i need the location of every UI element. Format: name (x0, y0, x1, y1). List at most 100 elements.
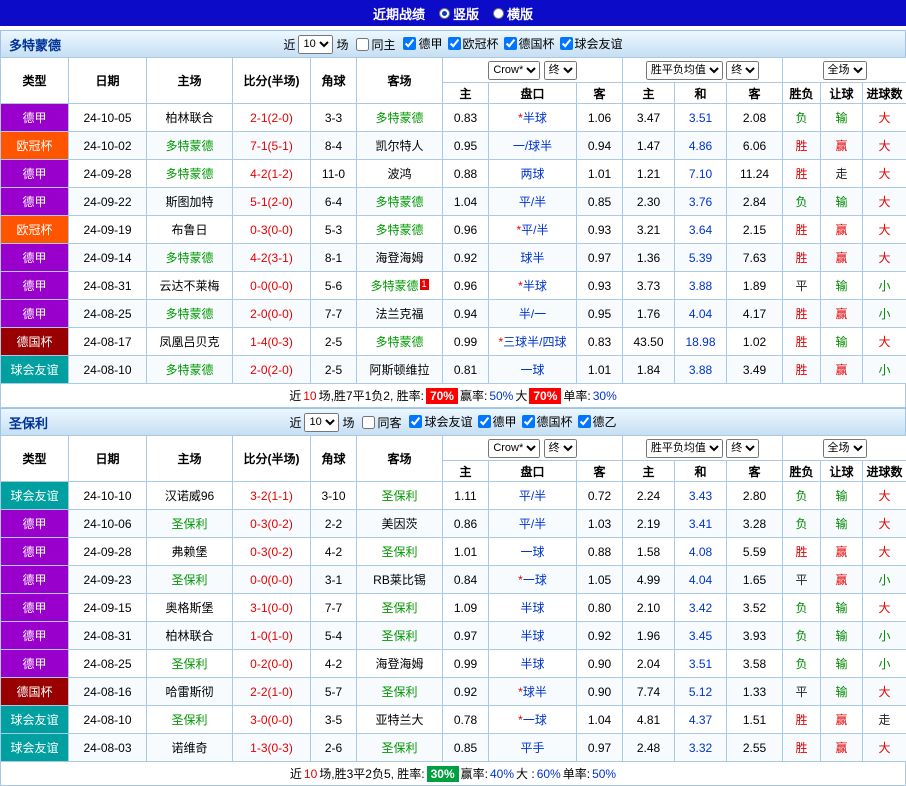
away-odds-cell: 0.97 (577, 244, 623, 272)
away-team-cell: 阿斯顿维拉 (357, 356, 443, 384)
date-cell: 24-09-23 (69, 566, 147, 594)
avg-type-select[interactable]: 胜平负均值 (646, 61, 723, 80)
league-filter[interactable]: 德国杯 (504, 35, 555, 52)
score-cell: 2-0(0-0) (233, 300, 311, 328)
handicap-result-cell: 输 (821, 622, 863, 650)
scope-select[interactable]: 全场 (823, 61, 867, 80)
same-venue-checkbox[interactable] (356, 38, 369, 51)
match-type-cell: 德甲 (1, 510, 69, 538)
same-venue-filter[interactable]: 同客 (362, 414, 401, 431)
result-cell: 负 (783, 622, 821, 650)
away-team-cell: 圣保利 (357, 594, 443, 622)
league-checkbox[interactable] (478, 415, 491, 428)
avg-draw-cell: 4.86 (675, 132, 727, 160)
matches-table: 类型 日期 主场 比分(半场) 角球 客场 Crow* 终 胜平负均值 终 (0, 57, 906, 384)
score-cell: 2-1(2-0) (233, 104, 311, 132)
avg-win-cell: 4.99 (623, 566, 675, 594)
date-cell: 24-08-10 (69, 706, 147, 734)
corners-cell: 4-2 (311, 650, 357, 678)
home-odds-cell: 1.11 (443, 482, 489, 510)
col-avg-lose: 客 (727, 83, 783, 104)
league-checkbox[interactable] (504, 37, 517, 50)
league-filter[interactable]: 德甲 (403, 35, 442, 52)
away-team-cell: 法兰克福 (357, 300, 443, 328)
team-section: 多特蒙德 近 10 场 同主 德甲欧冠杯德国杯球会友谊 类 (0, 30, 906, 408)
away-team-cell: 圣保利 (357, 622, 443, 650)
league-checkbox[interactable] (560, 37, 573, 50)
odds-company-select[interactable]: Crow* (488, 439, 540, 458)
league-filter[interactable]: 欧冠杯 (448, 35, 499, 52)
handicap-cell: 半球 (489, 650, 577, 678)
home-team-cell: 多特蒙德 (147, 244, 233, 272)
league-checkbox[interactable] (578, 415, 591, 428)
avg-lose-cell: 1.89 (727, 272, 783, 300)
league-checkbox[interactable] (448, 37, 461, 50)
match-row: 球会友谊24-10-10汉诺威963-2(1-1)3-10圣保利1.11平/半0… (1, 482, 906, 510)
handicap-cell: 平/半 (489, 188, 577, 216)
match-count-select[interactable]: 10 (304, 413, 339, 432)
home-odds-cell: 0.85 (443, 734, 489, 762)
col-result: 胜负 (783, 83, 821, 104)
filter-bar: 近 10 场 同客 球会友谊德甲德国杯德乙 (289, 413, 616, 432)
avg-final-select[interactable]: 终 (726, 439, 759, 458)
home-team-cell: 多特蒙德 (147, 300, 233, 328)
col-odds-away: 客 (577, 83, 623, 104)
avg-lose-cell: 6.06 (727, 132, 783, 160)
match-row: 德甲24-09-15奥格斯堡3-1(0-0)7-7圣保利1.09半球0.802.… (1, 594, 906, 622)
avg-type-select[interactable]: 胜平负均值 (646, 439, 723, 458)
matches-table: 类型 日期 主场 比分(半场) 角球 客场 Crow* 终 胜平负均值 终 (0, 435, 906, 762)
match-type-cell: 德甲 (1, 244, 69, 272)
handicap-cell: 两球 (489, 160, 577, 188)
col-avg-draw: 和 (675, 83, 727, 104)
result-cell: 平 (783, 566, 821, 594)
footer-segment: 赢率: (461, 765, 488, 782)
goals-result-cell: 小 (863, 622, 906, 650)
scope-select[interactable]: 全场 (823, 439, 867, 458)
odds-company-select[interactable]: Crow* (488, 61, 540, 80)
same-venue-filter[interactable]: 同主 (356, 36, 395, 53)
result-cell: 胜 (783, 244, 821, 272)
home-odds-cell: 0.83 (443, 104, 489, 132)
away-team-cell: RB莱比锡 (357, 566, 443, 594)
home-odds-cell: 0.78 (443, 706, 489, 734)
near-label: 近 (283, 36, 295, 53)
footer-segment: 赢率: (460, 387, 487, 404)
result-cell: 平 (783, 678, 821, 706)
league-filter[interactable]: 球会友谊 (560, 35, 623, 52)
date-cell: 24-09-28 (69, 160, 147, 188)
handicap-cell: 半/一 (489, 300, 577, 328)
avg-final-select[interactable]: 终 (726, 61, 759, 80)
avg-draw-cell: 18.98 (675, 328, 727, 356)
layout-option-vertical[interactable]: 竖版 (439, 4, 479, 23)
league-label: 德甲 (493, 413, 517, 430)
league-filter[interactable]: 球会友谊 (409, 413, 472, 430)
league-checkbox[interactable] (409, 415, 422, 428)
radio-unselected-icon[interactable] (493, 8, 504, 19)
avg-lose-cell: 2.15 (727, 216, 783, 244)
match-row: 德甲24-09-28弗赖堡0-3(0-2)4-2圣保利1.01一球0.881.5… (1, 538, 906, 566)
league-filter[interactable]: 德甲 (478, 413, 517, 430)
footer-segment: 30% (427, 766, 459, 782)
league-checkbox[interactable] (403, 37, 416, 50)
avg-win-cell: 1.47 (623, 132, 675, 160)
handicap-star: * (518, 279, 523, 293)
league-filter[interactable]: 德乙 (578, 413, 617, 430)
league-checkbox[interactable] (522, 415, 535, 428)
league-label: 德甲 (418, 35, 442, 52)
match-type-cell: 球会友谊 (1, 734, 69, 762)
same-venue-checkbox[interactable] (362, 416, 375, 429)
away-odds-cell: 0.85 (577, 188, 623, 216)
home-team-cell: 多特蒙德 (147, 160, 233, 188)
odds-final-select[interactable]: 终 (544, 61, 577, 80)
home-team-cell: 柏林联合 (147, 104, 233, 132)
radio-selected-icon[interactable] (439, 8, 450, 19)
goals-result-cell: 大 (863, 160, 906, 188)
league-filter[interactable]: 德国杯 (522, 413, 573, 430)
corners-cell: 6-4 (311, 188, 357, 216)
layout-option-horizontal[interactable]: 横版 (493, 4, 533, 23)
date-cell: 24-09-15 (69, 594, 147, 622)
col-avg-lose: 客 (727, 461, 783, 482)
away-team-cell: 凯尔特人 (357, 132, 443, 160)
match-count-select[interactable]: 10 (298, 35, 333, 54)
odds-final-select[interactable]: 终 (544, 439, 577, 458)
